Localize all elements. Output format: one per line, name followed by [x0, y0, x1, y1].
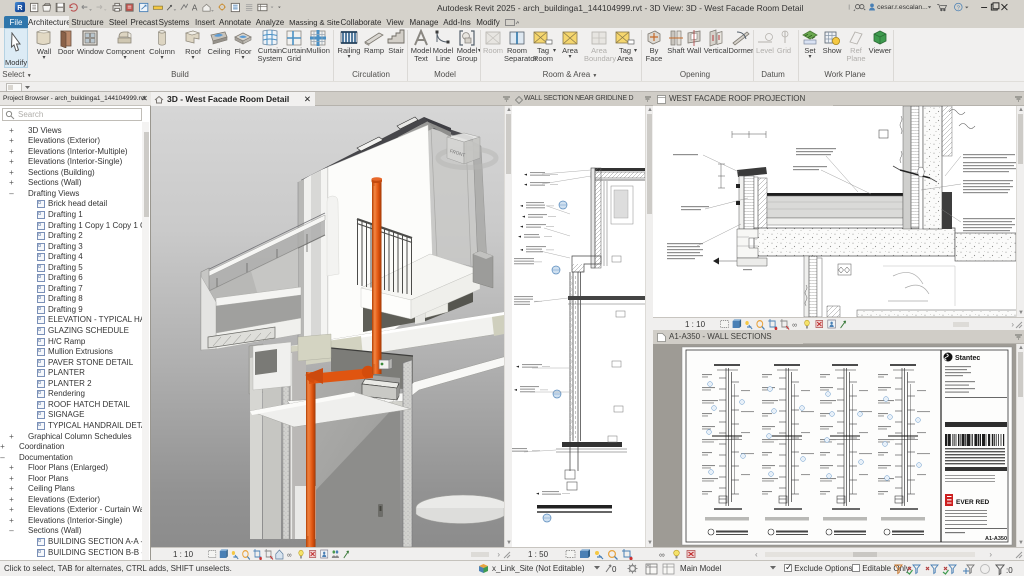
svg-text:∞: ∞ — [287, 550, 292, 560]
svg-text:∞: ∞ — [792, 320, 797, 330]
svg-text:cesar.r.escalan...: cesar.r.escalan... — [877, 4, 928, 11]
svg-text:∞: ∞ — [659, 551, 665, 560]
svg-text:EVER RED: EVER RED — [956, 499, 990, 506]
svg-text:A1-A350: A1-A350 — [985, 536, 1007, 542]
svg-text:Stantec: Stantec — [955, 355, 980, 362]
svg-text:0: 0 — [612, 565, 617, 574]
svg-text:A: A — [192, 3, 198, 12]
svg-text::0: :0 — [1006, 566, 1013, 575]
svg-text:R: R — [17, 3, 23, 12]
